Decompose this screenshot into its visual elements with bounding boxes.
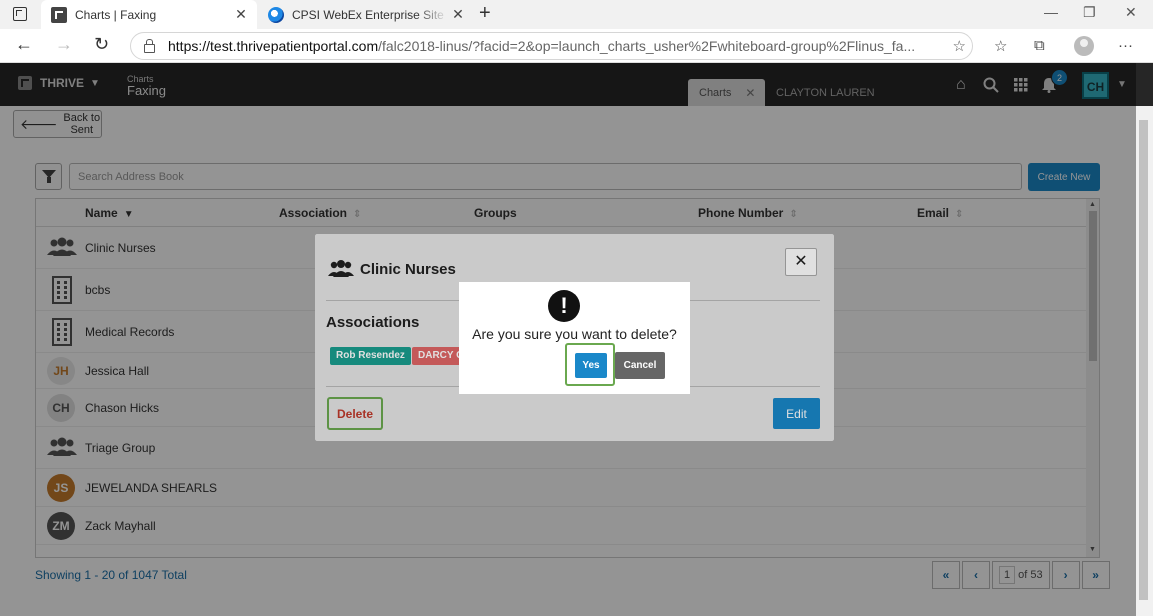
scroll-thumb (1139, 120, 1148, 600)
new-tab-icon[interactable]: + (479, 2, 491, 25)
refresh-icon[interactable]: ↻ (94, 34, 109, 55)
favorite-star-icon[interactable]: ☆ (953, 37, 966, 55)
close-tab-icon[interactable]: ✕ (231, 6, 251, 23)
browser-tabstrip: Charts | Faxing ✕ CPSI WebEx Enterprise … (0, 0, 1153, 29)
yes-button[interactable]: Yes (575, 353, 607, 378)
back-arrow-icon[interactable]: ← (15, 34, 33, 55)
lock-icon (144, 38, 155, 53)
url-field[interactable]: https://test.thrivepatientportal.com/fal… (130, 32, 973, 60)
close-tab-icon[interactable]: ✕ (448, 6, 468, 23)
address-bar: ← → ↻ https://test.thrivepatientportal.c… (0, 29, 1153, 63)
tab-title: CPSI WebEx Enterprise Site - Rep (292, 7, 448, 22)
close-window-icon[interactable]: ✕ (1125, 4, 1137, 21)
webex-favicon-icon (268, 6, 284, 23)
exclamation-icon: ! (548, 290, 580, 322)
thrive-favicon-icon (51, 6, 67, 23)
confirm-message: Are you sure you want to delete? (472, 326, 677, 342)
forward-arrow-icon[interactable]: → (55, 34, 73, 55)
window-menu-icon[interactable] (13, 7, 27, 21)
profile-icon[interactable] (1074, 36, 1094, 56)
page-scrollbar[interactable] (1136, 106, 1153, 616)
browser-tab-charts-faxing[interactable]: Charts | Faxing ✕ (41, 0, 257, 29)
more-menu-icon[interactable]: ··· (1118, 37, 1133, 54)
confirm-delete-dialog: ! Are you sure you want to delete? Yes C… (459, 282, 690, 394)
collections-icon[interactable]: ⧉ (1034, 37, 1045, 54)
minimize-icon[interactable]: — (1044, 4, 1058, 20)
browser-tab-webex[interactable]: CPSI WebEx Enterprise Site - Rep ✕ (258, 0, 474, 29)
cancel-button[interactable]: Cancel (615, 352, 665, 379)
tab-title: Charts | Faxing (75, 7, 157, 22)
url-text: https://test.thrivepatientportal.com/fal… (168, 38, 916, 54)
favorites-icon[interactable]: ☆ (994, 37, 1007, 55)
restore-icon[interactable]: ❐ (1083, 4, 1096, 21)
